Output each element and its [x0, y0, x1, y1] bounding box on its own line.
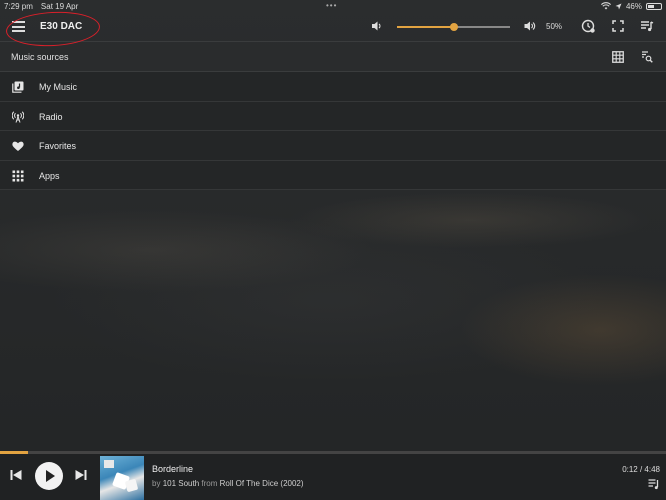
playback-progress-fill — [0, 451, 28, 454]
fullscreen-icon[interactable] — [611, 19, 625, 33]
track-time: 0:12 / 4:48 — [622, 465, 660, 474]
wifi-icon — [601, 2, 611, 10]
list-item-label: Radio — [39, 111, 63, 122]
status-time: 7:29 pm — [4, 1, 33, 11]
volume-slider-handle[interactable] — [449, 23, 458, 31]
volume-percent: 50% — [546, 22, 563, 31]
list-item-label: Apps — [39, 170, 60, 181]
music-search-icon[interactable] — [641, 51, 653, 63]
battery-icon — [646, 2, 662, 10]
heart-icon — [12, 141, 24, 151]
list-item-radio[interactable]: Radio — [0, 101, 666, 131]
now-playing-bar: Borderline by 101 South from Roll Of The… — [0, 451, 666, 500]
album-cover[interactable] — [100, 456, 144, 500]
list-item-favorites[interactable]: Favorites — [0, 131, 666, 161]
track-title: Borderline — [152, 464, 194, 474]
track-artist[interactable]: 101 South — [163, 479, 199, 488]
battery-percent: 46% — [625, 1, 642, 11]
status-bar: 7:29 pm Sat 19 Apr ••• 46% — [0, 0, 666, 12]
music-library-icon — [12, 81, 24, 93]
list-item-label: Favorites — [39, 141, 77, 151]
track-album[interactable]: Roll Of The Dice (2002) — [220, 479, 304, 488]
volume-up-icon[interactable] — [524, 20, 536, 32]
location-icon — [615, 3, 622, 9]
grid-view-icon[interactable] — [612, 51, 624, 63]
section-header: Music sources — [0, 43, 666, 72]
top-bar: E30 DAC 50% — [0, 9, 666, 49]
playback-progress-bar[interactable] — [0, 451, 666, 454]
next-track-icon[interactable] — [75, 469, 87, 481]
from-prefix: from — [201, 479, 218, 488]
status-date: Sat 19 Apr — [40, 1, 79, 11]
list-item-my-music[interactable]: My Music — [0, 72, 666, 102]
queue-icon[interactable] — [640, 19, 654, 33]
play-button[interactable] — [35, 462, 63, 490]
list-item-label: My Music — [39, 82, 77, 92]
apps-grid-icon — [12, 170, 24, 181]
sleep-timer-icon[interactable] — [581, 19, 595, 33]
multitasking-dots-icon[interactable]: ••• — [326, 1, 337, 10]
volume-slider[interactable] — [397, 23, 510, 31]
by-prefix: by — [152, 479, 161, 488]
section-title: Music sources — [11, 52, 69, 62]
list-item-apps[interactable]: Apps — [0, 160, 666, 190]
volume-down-icon[interactable] — [371, 20, 383, 32]
previous-track-icon[interactable] — [10, 469, 22, 481]
music-sources-list: My Music Radio Favorites Apps — [0, 72, 666, 190]
volume-slider-fill — [397, 26, 454, 28]
track-meta: by 101 South from Roll Of The Dice (2002… — [152, 479, 304, 488]
radio-antenna-icon — [12, 110, 24, 123]
playlist-icon[interactable] — [648, 478, 660, 490]
